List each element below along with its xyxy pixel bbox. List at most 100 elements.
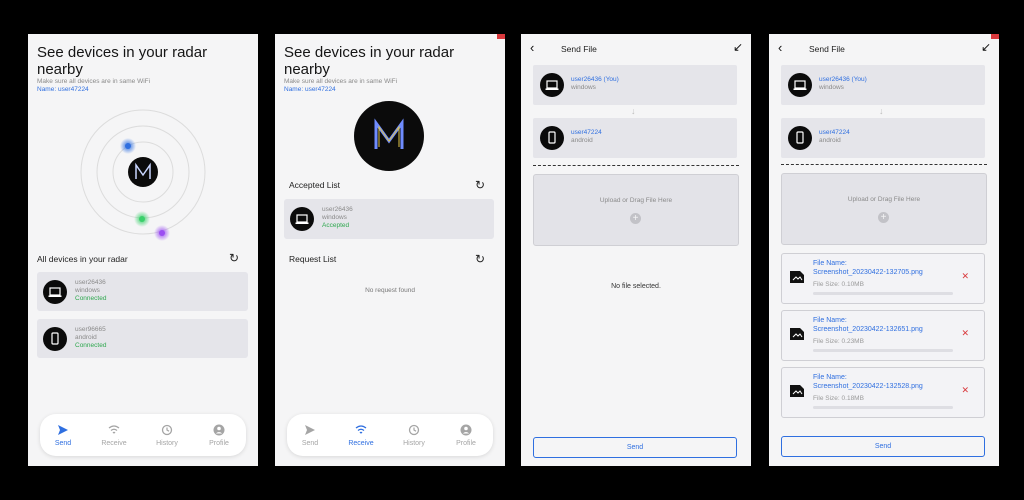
receiver-os: android	[571, 137, 593, 144]
header: ‹ Send File ↙	[521, 34, 751, 62]
section-all-devices: All devices in your radar	[37, 254, 128, 264]
status-badge: Accepted	[322, 222, 350, 229]
file-name-label: File Name:	[813, 317, 847, 324]
header-title: Send File	[809, 44, 845, 54]
send-button[interactable]: Send	[533, 437, 737, 458]
arrow-down-icon: ↓	[879, 106, 884, 116]
wifi-hint: Make sure all devices are in same WiFi	[37, 78, 151, 85]
section-accepted: Accepted List	[289, 180, 341, 190]
device-card[interactable]: user26436 windows Accepted	[284, 199, 494, 239]
status-badge: Connected	[75, 295, 107, 302]
phone-icon	[788, 126, 812, 150]
collapse-icon[interactable]: ↙	[733, 41, 743, 53]
radar-visual	[80, 109, 206, 241]
nav-profile[interactable]: Profile	[199, 414, 239, 456]
refresh-icon[interactable]: ↻	[229, 252, 239, 264]
page-title: See devices in your radar nearby	[284, 44, 455, 78]
status-corner	[497, 34, 505, 39]
add-icon: +	[630, 213, 641, 224]
back-icon[interactable]: ‹	[530, 41, 534, 54]
image-file-icon	[790, 385, 804, 397]
nav-send[interactable]: Send	[43, 414, 83, 456]
nav-label: Receive	[101, 440, 127, 447]
upload-label: Upload or Drag File Here	[599, 197, 673, 204]
arrow-down-icon: ↓	[631, 106, 636, 116]
receiver-user: user47224	[819, 129, 850, 136]
add-icon: +	[878, 212, 889, 223]
send-button[interactable]: Send	[781, 436, 985, 457]
file-name-label: File Name:	[813, 260, 847, 267]
page-title: See devices in your radar nearby	[37, 44, 208, 78]
file-name-value: Screenshot_20230422-132528.png	[813, 383, 923, 390]
upload-dropzone[interactable]: Upload or Drag File Here +	[781, 173, 987, 245]
divider	[781, 164, 987, 165]
nav-label: Profile	[456, 440, 476, 447]
collapse-icon[interactable]: ↙	[981, 41, 991, 53]
device-card[interactable]: user96665 android Connected	[37, 319, 248, 358]
nav-label: Receive	[348, 440, 374, 447]
laptop-icon	[540, 73, 564, 97]
refresh-icon[interactable]: ↻	[475, 253, 485, 265]
phone-icon	[540, 126, 564, 150]
send-file-list-screen: ‹ Send File ↙ user26436 (You) windows ↓ …	[769, 34, 999, 466]
phone-icon	[43, 327, 67, 351]
status-badge: Connected	[75, 342, 107, 349]
file-size: File Size: 0.18MB	[813, 395, 864, 402]
history-icon	[161, 424, 173, 436]
upload-label: Upload or Drag File Here	[847, 196, 921, 203]
file-card: File Name: Screenshot_20230422-132528.png…	[781, 367, 985, 418]
file-size: File Size: 0.23MB	[813, 338, 864, 345]
nav-profile[interactable]: Profile	[446, 414, 486, 456]
file-name: File Name: Screenshot_20230422-132528.png	[813, 373, 923, 391]
file-name-label: File Name:	[813, 374, 847, 381]
wifi-icon	[355, 425, 367, 434]
file-name: File Name: Screenshot_20230422-132705.png	[813, 259, 923, 277]
radar-screen: See devices in your radar nearby Make su…	[28, 34, 258, 466]
empty-state: No request found	[365, 287, 415, 294]
nav-history[interactable]: History	[147, 414, 187, 456]
laptop-icon	[43, 280, 67, 304]
nav-label: Profile	[209, 440, 229, 447]
device-user: user26436	[75, 279, 106, 286]
nav-label: Send	[301, 440, 319, 447]
send-icon	[58, 425, 68, 435]
nav-receive[interactable]: Receive	[341, 414, 381, 456]
sender-card: user26436 (You) windows	[781, 65, 985, 105]
receiver-card: user47224 android	[533, 118, 737, 158]
receive-screen: See devices in your radar nearby Make su…	[275, 34, 505, 466]
header-title: Send File	[561, 44, 597, 54]
device-card[interactable]: user26436 windows Connected	[37, 272, 248, 311]
receiver-os: android	[819, 137, 841, 144]
send-icon	[305, 425, 315, 435]
nav-history[interactable]: History	[394, 414, 434, 456]
history-icon	[408, 424, 420, 436]
back-icon[interactable]: ‹	[778, 41, 782, 54]
nav-receive[interactable]: Receive	[94, 414, 134, 456]
receiver-card: user47224 android	[781, 118, 985, 158]
remove-file-icon[interactable]: ✕	[961, 328, 969, 339]
header: ‹ Send File ↙	[769, 34, 999, 62]
profile-icon	[213, 424, 225, 436]
receiver-user: user47224	[571, 129, 602, 136]
remove-file-icon[interactable]: ✕	[961, 271, 969, 282]
refresh-icon[interactable]: ↻	[475, 179, 485, 191]
file-size: File Size: 0.10MB	[813, 281, 864, 288]
image-file-icon	[790, 328, 804, 340]
bottom-nav: Send Receive History Profile	[287, 414, 493, 456]
remove-file-icon[interactable]: ✕	[961, 385, 969, 396]
device-os: android	[75, 334, 97, 341]
bottom-nav: Send Receive History Profile	[40, 414, 246, 456]
wifi-icon	[108, 425, 120, 434]
nav-send[interactable]: Send	[290, 414, 330, 456]
divider	[533, 165, 739, 166]
sender-card: user26436 (You) windows	[533, 65, 737, 105]
upload-dropzone[interactable]: Upload or Drag File Here +	[533, 174, 739, 246]
progress-bar	[813, 406, 953, 409]
sender-os: windows	[819, 84, 844, 91]
nav-label: History	[156, 440, 178, 447]
wifi-hint: Make sure all devices are in same WiFi	[284, 78, 398, 85]
image-file-icon	[790, 271, 804, 283]
file-name-value: Screenshot_20230422-132651.png	[813, 326, 923, 333]
send-file-screen: ‹ Send File ↙ user26436 (You) windows ↓ …	[521, 34, 751, 466]
file-name-value: Screenshot_20230422-132705.png	[813, 269, 923, 276]
